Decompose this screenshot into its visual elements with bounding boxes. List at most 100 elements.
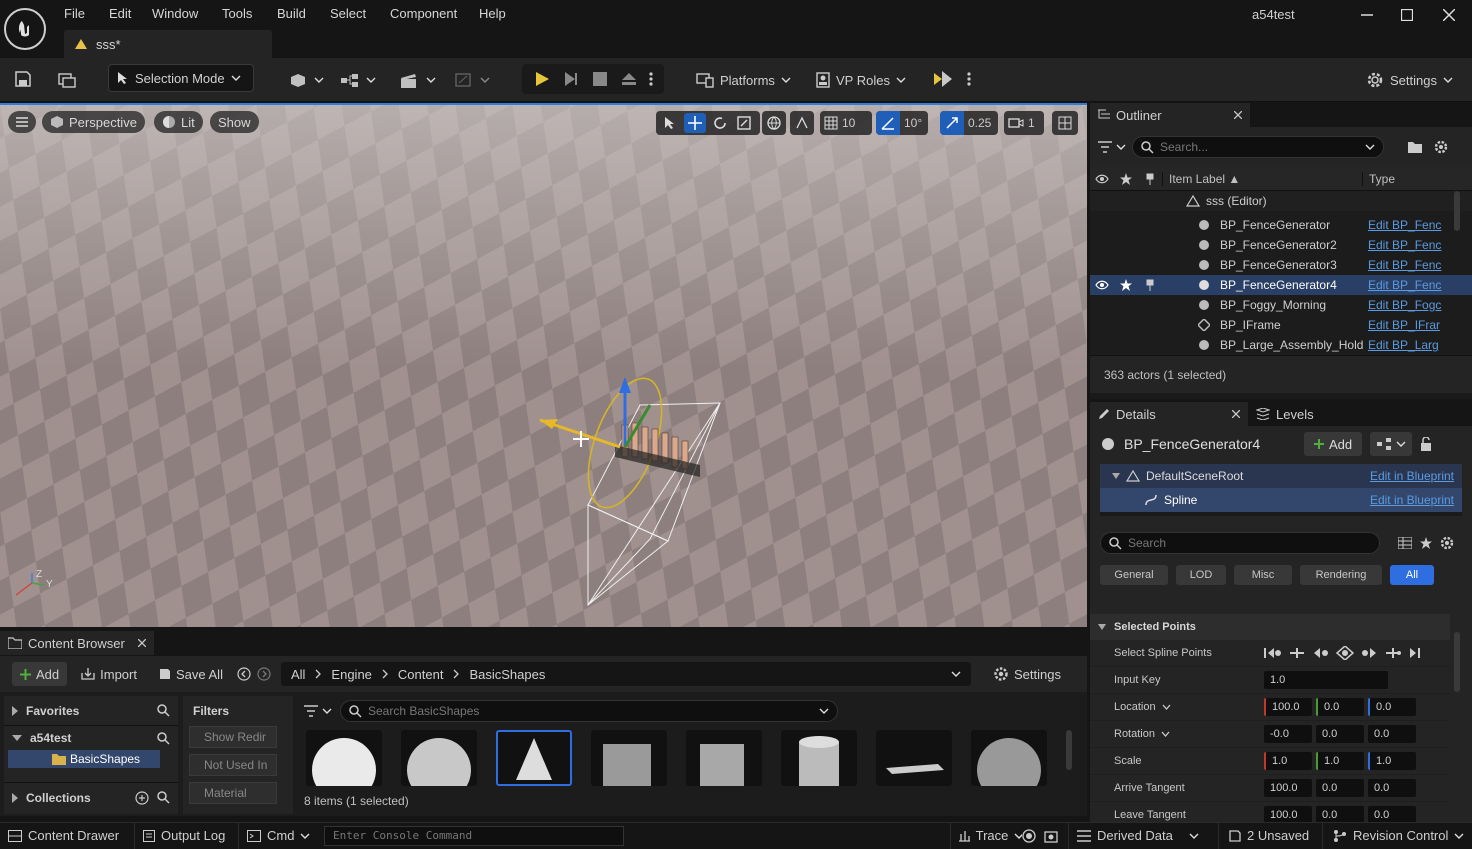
select-add-prev-icon[interactable]: [1312, 646, 1330, 660]
input-key-field[interactable]: 1.0: [1264, 671, 1388, 689]
cmd-dropdown[interactable]: Cmd: [238, 822, 316, 849]
play-options-icon[interactable]: [644, 65, 658, 93]
rotate-tool-icon[interactable]: [710, 113, 730, 133]
star-icon[interactable]: [1114, 279, 1138, 291]
history-back-icon[interactable]: [237, 667, 251, 681]
lit-button[interactable]: Lit: [154, 111, 203, 133]
item-label-column[interactable]: Item Label ▲: [1162, 171, 1362, 186]
table-row[interactable]: BP_Large_Assembly_Hold Edit BP_Larg: [1090, 335, 1472, 355]
filter-all[interactable]: All: [1390, 565, 1434, 585]
row-type-link[interactable]: Edit BP_Fenc: [1368, 258, 1441, 272]
grid-snap[interactable]: 10: [820, 111, 872, 135]
settings-dropdown[interactable]: Settings: [1358, 66, 1461, 94]
menu-select[interactable]: Select: [330, 6, 366, 21]
search-icon[interactable]: [157, 704, 170, 717]
collections-section[interactable]: Collections: [4, 782, 178, 812]
scale-z-field[interactable]: 1.0: [1368, 752, 1416, 770]
save-icon[interactable]: [12, 68, 34, 90]
folder-basicshapes[interactable]: BasicShapes: [8, 750, 160, 768]
minimize-icon[interactable]: [1356, 4, 1378, 26]
menu-window[interactable]: Window: [152, 6, 198, 21]
content-drawer-button[interactable]: Content Drawer: [8, 823, 134, 849]
import-button[interactable]: Import: [73, 662, 145, 686]
row-type-link[interactable]: Edit BP_Larg: [1368, 338, 1439, 352]
filter-show-redirectors[interactable]: Show Redir: [189, 726, 277, 748]
star-icon[interactable]: [1114, 172, 1138, 185]
platforms-dropdown[interactable]: Platforms: [688, 66, 799, 94]
close-tab-icon[interactable]: [1232, 410, 1240, 418]
filter-material[interactable]: Material: [189, 782, 277, 804]
asset-thumb-plane[interactable]: [876, 730, 952, 786]
outliner-search[interactable]: Search...: [1132, 136, 1384, 158]
screenshot-icon[interactable]: [1044, 829, 1058, 843]
asset-thumb-shaded-sphere[interactable]: [401, 730, 477, 786]
actor-name[interactable]: BP_FenceGenerator4: [1124, 436, 1296, 452]
selected-points-section[interactable]: Selected Points: [1090, 614, 1450, 640]
filter-misc[interactable]: Misc: [1234, 565, 1292, 585]
world-local-toggle[interactable]: [762, 111, 786, 135]
perspective-button[interactable]: Perspective: [42, 111, 145, 133]
outliner-scrollbar[interactable]: [1454, 191, 1460, 231]
row-type-link[interactable]: Edit BP_Fenc: [1368, 278, 1441, 292]
asset-thumb-cube[interactable]: [591, 730, 667, 786]
gear-icon[interactable]: [1434, 140, 1448, 154]
levels-tab[interactable]: Levels: [1248, 402, 1322, 426]
menu-edit[interactable]: Edit: [109, 6, 131, 21]
breadcrumb-basicshapes[interactable]: BasicShapes: [469, 667, 545, 682]
select-add-next-icon[interactable]: [1360, 646, 1378, 660]
pin-icon[interactable]: [1138, 279, 1162, 291]
translate-tool-icon[interactable]: [684, 113, 706, 133]
menu-build[interactable]: Build: [277, 6, 306, 21]
menu-help[interactable]: Help: [479, 6, 506, 21]
viewport-menu-button[interactable]: [8, 111, 36, 133]
asset-thumb-cylinder[interactable]: [781, 730, 857, 786]
asset-filter-dropdown[interactable]: [304, 705, 332, 717]
add-folder-icon[interactable]: [1408, 141, 1422, 153]
filter-rendering[interactable]: Rendering: [1300, 565, 1382, 585]
derived-data-dropdown[interactable]: Derived Data: [1068, 822, 1218, 849]
more-options-icon[interactable]: [962, 66, 976, 92]
breadcrumb-all[interactable]: All: [291, 667, 305, 682]
maximize-viewport[interactable]: [1052, 111, 1078, 135]
location-z-field[interactable]: 0.0: [1368, 698, 1416, 716]
asset-search[interactable]: Search BasicShapes: [340, 700, 838, 722]
trace-dropdown[interactable]: Trace: [950, 822, 1022, 849]
search-icon[interactable]: [157, 731, 170, 745]
table-row[interactable]: BP_Foggy_Morning Edit BP_Fogc: [1090, 295, 1472, 315]
pin-icon[interactable]: [1138, 173, 1162, 185]
revision-control-dropdown[interactable]: Revision Control: [1322, 822, 1472, 849]
rotation-x-field[interactable]: -0.0: [1264, 725, 1312, 743]
breadcrumb-content[interactable]: Content: [398, 667, 444, 682]
viewport-scene[interactable]: [0, 105, 1087, 627]
close-tab-icon[interactable]: [138, 639, 146, 647]
filter-lod[interactable]: LOD: [1176, 565, 1226, 585]
table-row[interactable]: BP_FenceGenerator2 Edit BP_Fenc: [1090, 235, 1472, 255]
add-collection-icon[interactable]: [135, 790, 149, 805]
select-last-icon[interactable]: [1408, 646, 1422, 660]
outliner-tab[interactable]: Outliner: [1090, 103, 1250, 127]
component-row-root[interactable]: DefaultSceneRoot Edit in Blueprint: [1100, 464, 1462, 488]
table-row[interactable]: BP_IFrame Edit BP_IFrar: [1090, 315, 1472, 335]
close-tab-icon[interactable]: [1234, 111, 1242, 119]
record-icon[interactable]: [1022, 828, 1036, 843]
edit-in-blueprint-link[interactable]: Edit in Blueprint: [1370, 469, 1454, 483]
table-row[interactable]: BP_FenceGenerator Edit BP_Fenc: [1090, 215, 1472, 235]
surface-snap-toggle[interactable]: [790, 111, 814, 135]
select-next-icon[interactable]: [1384, 646, 1402, 660]
asset-thumb-checker-sphere[interactable]: [971, 730, 1047, 786]
prop-label-wrap[interactable]: Location: [1090, 701, 1250, 713]
close-window-icon[interactable]: [1438, 4, 1460, 26]
save-all-button[interactable]: Save All: [151, 662, 231, 686]
eject-icon[interactable]: [615, 65, 642, 93]
rotation-z-field[interactable]: 0.0: [1368, 725, 1416, 743]
scale-y-field[interactable]: 1.0: [1316, 752, 1364, 770]
menu-component[interactable]: Component: [390, 6, 457, 21]
select-all-icon[interactable]: [1336, 646, 1354, 660]
chevron-down-icon[interactable]: [951, 671, 961, 677]
star-icon[interactable]: [1420, 537, 1432, 549]
world-row[interactable]: sss (Editor): [1090, 191, 1472, 211]
select-prev-icon[interactable]: [1288, 646, 1306, 660]
scale-snap[interactable]: 0.25: [940, 111, 998, 135]
edit-in-blueprint-link[interactable]: Edit in Blueprint: [1370, 493, 1454, 507]
console-input[interactable]: Enter Console Command: [324, 825, 624, 846]
